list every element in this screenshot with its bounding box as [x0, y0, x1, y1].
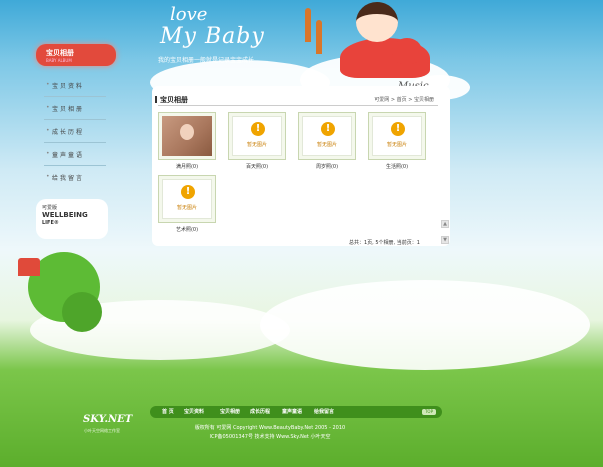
- album-caption[interactable]: 百天照(0): [228, 163, 286, 170]
- album-thumbnail[interactable]: ! 暂无图片: [158, 175, 216, 223]
- scroll-up-button[interactable]: ▲: [441, 220, 449, 228]
- breadcrumb[interactable]: 可爱网 > 首页 > 宝贝相册: [374, 96, 434, 103]
- sidebar-title-text: 宝贝相册: [46, 49, 74, 57]
- sidebar-divider: [44, 142, 106, 143]
- girl-illustration-face: [356, 2, 398, 42]
- copyright: 版权所有 可爱网 Copyright Www.BeautyBaby.Net 20…: [150, 424, 390, 442]
- section-title: 宝贝相册: [155, 96, 188, 104]
- album-thumbnail[interactable]: ! 暂无图片: [368, 112, 426, 160]
- lamp-decoration: [316, 20, 322, 54]
- copyright-line-2: ICP备05001347号 技术支持 Www.Sky.Net 小叶天空: [209, 434, 331, 440]
- title-divider: [158, 105, 438, 106]
- warning-icon: !: [391, 122, 405, 136]
- footer-nav-album[interactable]: 宝贝相册: [220, 408, 240, 415]
- wellbeing-badge: 可爱版 WELLBEING LIFE®: [36, 199, 108, 239]
- copyright-line-1: 版权所有 可爱网 Copyright Www.BeautyBaby.Net 20…: [194, 425, 346, 431]
- warning-icon: !: [181, 185, 195, 199]
- sidebar-divider: [44, 119, 106, 120]
- no-image-text: 暂无图片: [386, 142, 407, 148]
- back-to-top-button[interactable]: TOP: [422, 409, 436, 415]
- warning-icon: !: [251, 122, 265, 136]
- album-caption[interactable]: 艺术照(0): [158, 226, 216, 233]
- warning-icon: !: [321, 122, 335, 136]
- footer-logo-subtitle: 小叶天空网络工作室: [84, 428, 120, 433]
- lamp-decoration: [305, 8, 311, 42]
- footer-nav-growth[interactable]: 成长历程: [250, 408, 270, 415]
- sidebar-divider: [44, 165, 106, 166]
- heart-icon: [392, 38, 422, 64]
- album-caption[interactable]: 满月照(0): [158, 163, 216, 170]
- wellbeing-line3: LIFE®: [42, 220, 59, 226]
- footer-nav-home[interactable]: 首 页: [162, 408, 174, 415]
- footer-nav-profile[interactable]: 宝贝资料: [184, 408, 204, 415]
- logo-my-baby: My Baby: [160, 24, 265, 49]
- no-image-text: 暂无图片: [316, 142, 337, 148]
- baby-photo: [162, 116, 212, 156]
- footer-nav: 首 页 宝贝资料 宝贝相册 成长历程 童声童语 给我留言 TOP: [150, 406, 442, 418]
- house-illustration: [18, 258, 40, 276]
- no-image-text: 暂无图片: [246, 142, 267, 148]
- sidebar-item-voice[interactable]: 童声童语: [46, 150, 84, 159]
- footer-nav-guestbook[interactable]: 给我留言: [314, 408, 334, 415]
- no-image-text: 暂无图片: [176, 205, 197, 211]
- sidebar-item-profile[interactable]: 宝贝资料: [46, 81, 84, 90]
- album-panel: 宝贝相册 可爱网 > 首页 > 宝贝相册 满月照(0) ! 暂无图片 百天照(0…: [152, 86, 450, 246]
- album-thumbnail[interactable]: ! 暂无图片: [298, 112, 356, 160]
- album-thumbnail[interactable]: [158, 112, 216, 160]
- sidebar-item-guestbook[interactable]: 给我留言: [46, 173, 84, 182]
- wellbeing-line1: 可爱版: [42, 205, 58, 211]
- footer-nav-voice[interactable]: 童声童语: [282, 408, 302, 415]
- cloud: [260, 280, 590, 370]
- scroll-down-button[interactable]: ▼: [441, 236, 449, 244]
- tree-illustration: [62, 292, 102, 332]
- sidebar-divider: [44, 96, 106, 97]
- footer-logo: SKY.NET: [83, 414, 133, 425]
- sidebar-title: 宝贝相册 BABY ALBUM: [36, 44, 116, 66]
- sidebar-item-album[interactable]: 宝贝相册: [46, 104, 84, 113]
- logo-love: love: [170, 4, 208, 25]
- page-background: love My Baby 我的宝贝相册一般就是记录宝宝成长 Music 宝贝相册…: [0, 0, 603, 467]
- sidebar-item-growth[interactable]: 成长历程: [46, 127, 84, 136]
- album-caption[interactable]: 周岁照(0): [298, 163, 356, 170]
- album-caption[interactable]: 生活照(0): [368, 163, 426, 170]
- wellbeing-line2: WELLBEING: [42, 211, 88, 219]
- pagination-info: 总共：1页, 5个相册, 当前页：1: [349, 240, 420, 246]
- sidebar-subtitle: BABY ALBUM: [46, 58, 72, 63]
- album-thumbnail[interactable]: ! 暂无图片: [228, 112, 286, 160]
- header-slogan: 我的宝贝相册一般就是记录宝宝成长: [158, 57, 255, 64]
